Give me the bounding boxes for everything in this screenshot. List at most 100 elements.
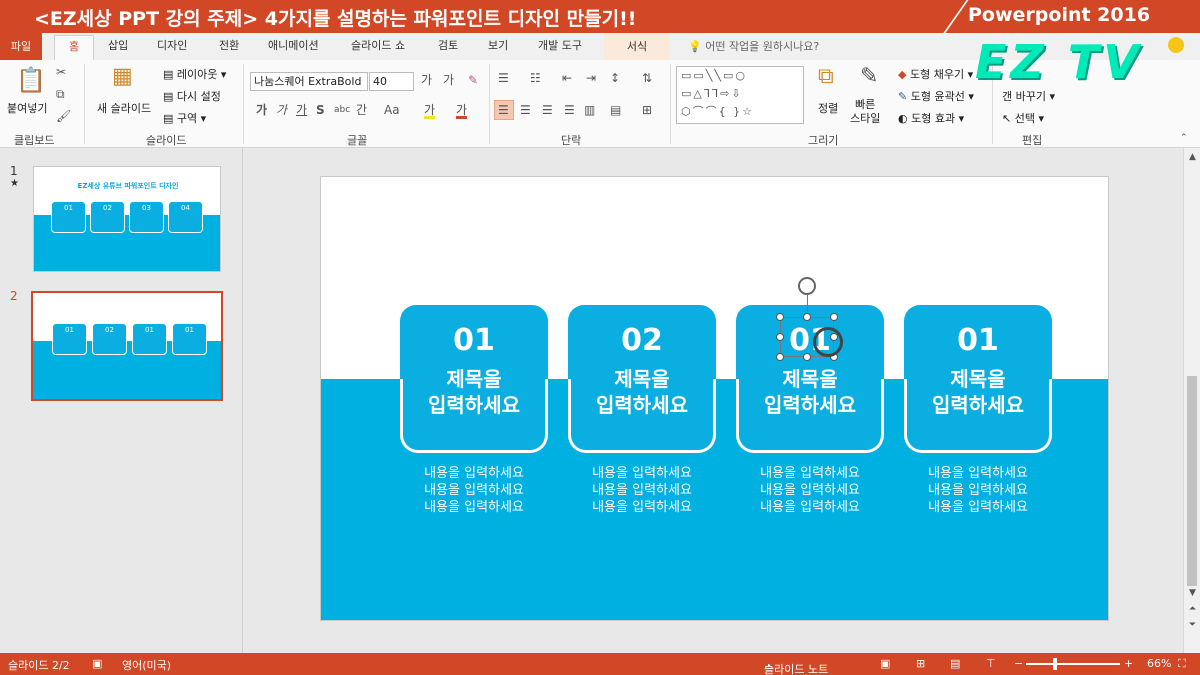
char-spacing-icon[interactable]: 간 [356, 104, 367, 116]
slide-thumbnail-1[interactable]: EZ세상 유튜브 파워포인트 디자인 01 02 03 04 [33, 166, 221, 272]
next-slide-icon[interactable]: ⏷ [1184, 620, 1200, 630]
numbering-icon[interactable]: ☷ [530, 72, 541, 84]
tell-me-search[interactable]: 💡 어떤 작업을 원하시나요? [688, 38, 819, 54]
font-size-select[interactable]: 40 [369, 72, 414, 91]
drawing-group-label: 그리기 [808, 134, 839, 147]
strikethrough-icon[interactable]: abc [334, 106, 350, 115]
zoom-in-icon[interactable]: + [1124, 657, 1133, 670]
tab-format[interactable]: 서식 [604, 33, 670, 60]
slideshow-view-icon[interactable]: ⊤ [986, 657, 996, 670]
increase-indent-icon[interactable]: ⇥ [586, 72, 596, 84]
select-button[interactable]: ↖ 선택 ▾ [1002, 110, 1044, 126]
content-line: 내용을 입력하세요 [592, 500, 692, 515]
text-direction-icon[interactable]: ⇅ [642, 72, 652, 84]
distributed-icon[interactable]: ▥ [584, 104, 595, 116]
grow-font-icon[interactable]: 가 [421, 74, 432, 86]
layout-button[interactable]: ▤ 레이아웃 ▾ [163, 66, 226, 82]
zoom-out-icon[interactable]: − [1014, 657, 1023, 670]
card-content[interactable]: 내용을 입력하세요 내용을 입력하세요 내용을 입력하세요 [568, 465, 716, 516]
resize-handle[interactable] [803, 313, 811, 321]
tab-insert[interactable]: 삽입 [108, 37, 128, 53]
quick-styles-button[interactable]: 빠른 스타일 [850, 98, 880, 126]
shadow-icon[interactable]: S [316, 104, 325, 116]
spellcheck-icon[interactable]: ▣ [92, 657, 102, 670]
shapes-row-3: ⬡⌒⌒{ }☆ [681, 105, 754, 118]
italic-icon[interactable]: 가 [276, 104, 287, 116]
slide-sorter-icon[interactable]: ⊞ [916, 657, 925, 670]
clear-format-icon[interactable]: ✎ [468, 74, 478, 86]
shrink-font-icon[interactable]: 가 [443, 74, 454, 86]
scroll-down-icon[interactable]: ▼ [1184, 588, 1200, 598]
content-line: 내용을 입력하세요 [424, 500, 524, 515]
slide-thumbnail-2[interactable]: 01 02 01 01 [31, 291, 223, 401]
align-text-icon[interactable]: ⊞ [642, 104, 652, 116]
cut-icon[interactable]: ✂ [56, 66, 66, 78]
content-line: 내용을 입력하세요 [760, 466, 860, 481]
tab-home[interactable]: 홈 [54, 35, 94, 60]
justify-icon[interactable]: ☰ [564, 104, 575, 116]
new-slide-button[interactable]: 새 슬라이드 [97, 100, 151, 116]
resize-handle[interactable] [776, 333, 784, 341]
collapse-ribbon-icon[interactable]: ⌃ [1180, 134, 1188, 143]
arrange-button[interactable]: 정렬 [818, 100, 838, 116]
bold-icon[interactable]: 가 [256, 104, 267, 116]
resize-handle[interactable] [776, 313, 784, 321]
language-indicator[interactable]: 영어(미국) [122, 657, 171, 673]
rotate-handle-icon[interactable] [798, 277, 816, 295]
reset-button[interactable]: ▤ 다시 설정 [163, 88, 221, 104]
quick-styles-icon[interactable]: ✎ [860, 66, 878, 88]
columns-icon[interactable]: ▤ [610, 104, 621, 116]
paste-icon[interactable]: 📋 [16, 68, 46, 92]
line-spacing-icon[interactable]: ↕ [610, 72, 620, 84]
font-name-select[interactable]: 나눔스퀘어 ExtraBold [250, 72, 368, 91]
tab-animations[interactable]: 애니메이션 [268, 37, 319, 53]
align-right-icon[interactable]: ☰ [542, 104, 553, 116]
replace-button[interactable]: 갠 바꾸기 ▾ [1002, 88, 1055, 104]
tab-slideshow[interactable]: 슬라이드 쇼 [351, 37, 405, 53]
tab-file[interactable]: 파일 [0, 33, 42, 60]
feedback-smiley-icon[interactable] [1168, 37, 1184, 53]
card-content[interactable]: 내용을 입력하세요 내용을 입력하세요 내용을 입력하세요 [904, 465, 1052, 516]
tab-transitions[interactable]: 전환 [219, 37, 239, 53]
shape-effects-button[interactable]: ◐ 도형 효과 ▾ [898, 110, 964, 126]
slide-canvas[interactable]: 01 제목을 입력하세요 내용을 입력하세요 내용을 입력하세요 내용을 입력하… [320, 176, 1109, 621]
slides-group-label: 슬라이드 [146, 134, 187, 147]
zoom-level[interactable]: 66% [1147, 657, 1171, 670]
scroll-thumb[interactable] [1187, 376, 1197, 586]
resize-handle[interactable] [803, 353, 811, 361]
card-content[interactable]: 내용을 입력하세요 내용을 입력하세요 내용을 입력하세요 [400, 465, 548, 516]
shapes-gallery[interactable]: ▭▭╲╲▭○ ▭△⅂⅂⇨⇩ ⬡⌒⌒{ }☆ [676, 66, 804, 124]
paste-button[interactable]: 붙여넣기 [7, 100, 47, 116]
highlight-icon[interactable]: 가 [424, 104, 436, 119]
tab-view[interactable]: 보기 [488, 37, 508, 53]
zoom-slider-knob[interactable] [1053, 658, 1057, 670]
prev-slide-icon[interactable]: ⏶ [1184, 604, 1200, 614]
change-case-icon[interactable]: Aa [384, 104, 400, 116]
scroll-up-icon[interactable]: ▲ [1184, 152, 1200, 162]
copy-icon[interactable]: ⧉ [56, 88, 65, 100]
bullets-icon[interactable]: ☰ [498, 72, 509, 84]
zoom-slider[interactable] [1026, 663, 1120, 665]
align-center-icon[interactable]: ☰ [520, 104, 531, 116]
section-label: 구역 [176, 112, 198, 125]
section-button[interactable]: ▤ 구역 ▾ [163, 110, 206, 126]
underline-icon[interactable]: 가 [296, 104, 307, 116]
card-number: 02 [621, 323, 663, 358]
tab-developer[interactable]: 개발 도구 [538, 37, 582, 53]
normal-view-icon[interactable]: ▣ [880, 657, 890, 670]
resize-handle[interactable] [776, 353, 784, 361]
tab-design[interactable]: 디자인 [157, 37, 187, 53]
new-slide-icon[interactable]: ▦ [112, 66, 133, 88]
vertical-scrollbar[interactable]: ▲ ▼ ⏶ ⏷ [1183, 148, 1200, 653]
decrease-indent-icon[interactable]: ⇤ [562, 72, 572, 84]
format-painter-icon[interactable]: 🖌 [56, 110, 71, 122]
resize-handle[interactable] [830, 313, 838, 321]
fit-to-window-icon[interactable]: ⛶ [1178, 657, 1186, 671]
shape-fill-button[interactable]: ◆ 도형 채우기 ▾ [898, 66, 973, 82]
font-color-icon[interactable]: 가 [456, 104, 468, 119]
arrange-icon[interactable]: ⧉ [818, 66, 834, 88]
shape-outline-button[interactable]: ✎ 도형 윤곽선 ▾ [898, 88, 974, 104]
card-content[interactable]: 내용을 입력하세요 내용을 입력하세요 내용을 입력하세요 [736, 465, 884, 516]
reading-view-icon[interactable]: ▤ [950, 657, 960, 670]
tab-review[interactable]: 검토 [438, 37, 458, 53]
